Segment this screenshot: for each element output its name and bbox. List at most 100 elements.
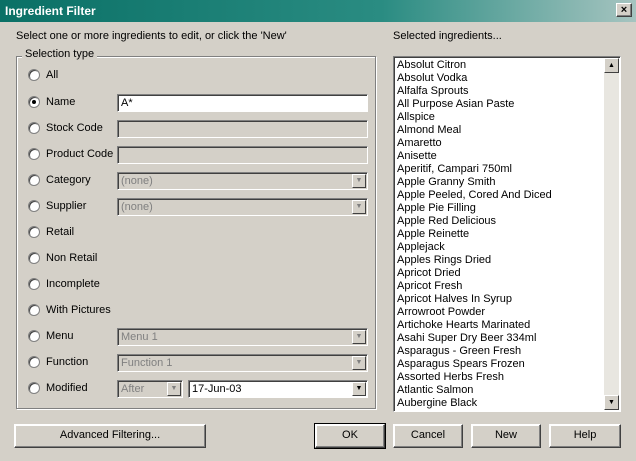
- chevron-down-icon[interactable]: ▼: [352, 200, 366, 214]
- radio-label: With Pictures: [46, 304, 111, 316]
- menu-select[interactable]: Menu 1 ▼: [117, 328, 368, 346]
- selected-ingredients-label: Selected ingredients...: [393, 30, 502, 42]
- list-item[interactable]: Apple Reinette: [397, 228, 602, 241]
- radio-incomplete[interactable]: Incomplete: [28, 276, 100, 292]
- radio-label: Product Code: [46, 148, 114, 160]
- ingredients-listbox[interactable]: Absolut Citron Absolut Vodka Alfalfa Sprou…: [393, 56, 621, 412]
- list-item[interactable]: Aperitif, Campari 750ml: [397, 163, 602, 176]
- radio-button[interactable]: [28, 69, 40, 81]
- radio-menu[interactable]: Menu: [28, 328, 74, 344]
- radio-all[interactable]: All: [28, 67, 58, 83]
- chevron-down-icon[interactable]: ▼: [352, 382, 366, 396]
- list-item[interactable]: Asahi Super Dry Beer 334ml: [397, 332, 602, 345]
- close-button[interactable]: ×: [616, 3, 632, 17]
- radio-button[interactable]: [28, 278, 40, 290]
- chevron-down-icon[interactable]: ▼: [352, 330, 366, 344]
- scroll-up-icon[interactable]: ▲: [604, 58, 619, 73]
- radio-button[interactable]: [28, 174, 40, 186]
- title-bar: Ingredient Filter ×: [0, 0, 636, 22]
- list-item[interactable]: Applejack: [397, 241, 602, 254]
- help-button[interactable]: Help: [549, 424, 621, 448]
- radio-modified[interactable]: Modified: [28, 380, 88, 396]
- list-item[interactable]: Apricot Fresh: [397, 280, 602, 293]
- modified-comparator-value: After: [121, 383, 145, 395]
- list-item[interactable]: Amaretto: [397, 137, 602, 150]
- list-item[interactable]: Artichoke Hearts Marinated: [397, 319, 602, 332]
- radio-category[interactable]: Category: [28, 172, 91, 188]
- modified-date-picker[interactable]: 17-Jun-03 ▼: [188, 380, 368, 398]
- radio-button[interactable]: [28, 356, 40, 368]
- radio-button[interactable]: [28, 330, 40, 342]
- modified-date-value: 17-Jun-03: [192, 383, 242, 395]
- ok-button[interactable]: OK: [314, 423, 386, 449]
- list-item[interactable]: Absolut Citron: [397, 59, 602, 72]
- radio-retail[interactable]: Retail: [28, 224, 74, 240]
- radio-name[interactable]: Name: [28, 94, 75, 110]
- list-item[interactable]: Asparagus Spears Frozen: [397, 358, 602, 371]
- window-title: Ingredient Filter: [5, 4, 96, 18]
- radio-button[interactable]: [28, 148, 40, 160]
- function-value: Function 1: [121, 357, 173, 369]
- cancel-button[interactable]: Cancel: [393, 424, 463, 448]
- list-item[interactable]: Aubergine Black: [397, 397, 602, 410]
- supplier-value: (none): [121, 201, 153, 213]
- radio-label: Non Retail: [46, 252, 98, 264]
- product-code-input[interactable]: [117, 146, 368, 164]
- radio-product-code[interactable]: Product Code: [28, 146, 113, 162]
- radio-button[interactable]: [28, 122, 40, 134]
- function-select[interactable]: Function 1 ▼: [117, 354, 368, 372]
- radio-button[interactable]: [28, 382, 40, 394]
- radio-stock-code[interactable]: Stock Code: [28, 120, 103, 136]
- menu-value: Menu 1: [121, 331, 158, 343]
- radio-button[interactable]: [28, 252, 40, 264]
- list-item[interactable]: Allspice: [397, 111, 602, 124]
- radio-label: Stock Code: [46, 122, 103, 134]
- list-item[interactable]: Anisette: [397, 150, 602, 163]
- list-item[interactable]: Apple Pie Filling: [397, 202, 602, 215]
- radio-label: Menu: [46, 330, 74, 342]
- chevron-down-icon[interactable]: ▼: [352, 356, 366, 370]
- list-item[interactable]: Apple Peeled, Cored And Diced: [397, 189, 602, 202]
- list-item[interactable]: Assorted Herbs Fresh: [397, 371, 602, 384]
- list-item[interactable]: Apples Rings Dried: [397, 254, 602, 267]
- list-item[interactable]: Apple Red Delicious: [397, 215, 602, 228]
- name-input[interactable]: A*: [117, 94, 368, 112]
- list-item[interactable]: Atlantic Salmon: [397, 384, 602, 397]
- list-item[interactable]: Apricot Halves In Syrup: [397, 293, 602, 306]
- list-item[interactable]: All Purpose Asian Paste: [397, 98, 602, 111]
- radio-label: Incomplete: [46, 278, 100, 290]
- radio-button[interactable]: [28, 226, 40, 238]
- chevron-down-icon[interactable]: ▼: [352, 174, 366, 188]
- listbox-scrollbar[interactable]: ▲ ▼: [604, 58, 619, 410]
- scroll-down-icon[interactable]: ▼: [604, 395, 619, 410]
- category-value: (none): [121, 175, 153, 187]
- radio-with-pictures[interactable]: With Pictures: [28, 302, 111, 318]
- list-item[interactable]: Asparagus - Green Fresh: [397, 345, 602, 358]
- radio-label: Function: [46, 356, 89, 368]
- category-select[interactable]: (none) ▼: [117, 172, 368, 190]
- instruction-text: Select one or more ingredients to edit, …: [16, 30, 287, 42]
- selection-type-legend: Selection type: [22, 48, 98, 60]
- radio-function[interactable]: Function: [28, 354, 88, 370]
- advanced-filtering-button[interactable]: Advanced Filtering...: [14, 424, 206, 448]
- modified-comparator-select[interactable]: After ▼: [117, 380, 183, 398]
- new-button[interactable]: New: [471, 424, 541, 448]
- radio-button[interactable]: [28, 304, 40, 316]
- radio-button[interactable]: [28, 96, 40, 108]
- supplier-select[interactable]: (none) ▼: [117, 198, 368, 216]
- radio-non-retail[interactable]: Non Retail: [28, 250, 97, 266]
- radio-label: Retail: [46, 226, 75, 238]
- list-item[interactable]: Almond Meal: [397, 124, 602, 137]
- list-item[interactable]: Arrowroot Powder: [397, 306, 602, 319]
- radio-button[interactable]: [28, 200, 40, 212]
- list-item[interactable]: Absolut Vodka: [397, 72, 602, 85]
- radio-label: Modified: [46, 382, 88, 394]
- list-item[interactable]: Apple Granny Smith: [397, 176, 602, 189]
- list-item[interactable]: Apricot Dried: [397, 267, 602, 280]
- radio-supplier[interactable]: Supplier: [28, 198, 86, 214]
- list-item[interactable]: Alfalfa Sprouts: [397, 85, 602, 98]
- radio-label: Category: [46, 174, 91, 186]
- stock-code-input[interactable]: [117, 120, 368, 138]
- chevron-down-icon[interactable]: ▼: [167, 382, 181, 396]
- radio-label: Name: [46, 96, 76, 108]
